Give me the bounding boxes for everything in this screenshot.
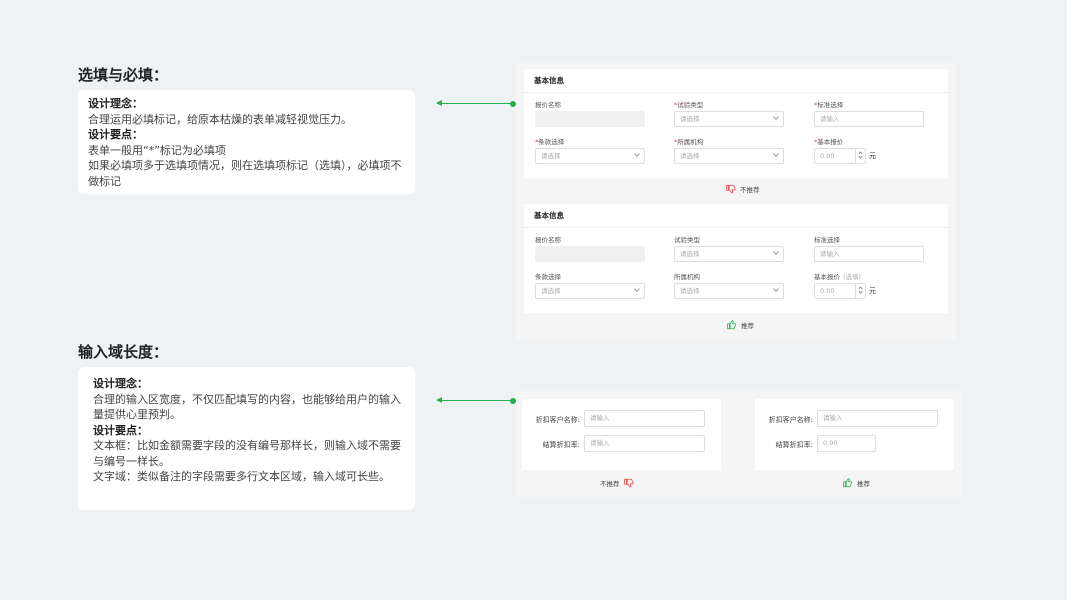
customer-name-label: 折扣客户名称: [768, 416, 813, 424]
arrow-head-icon [436, 100, 442, 106]
section2-title: 输入域长度： [78, 343, 169, 361]
base-price-stepper[interactable]: 0.00 [814, 283, 866, 299]
thumbs-up-icon [843, 478, 852, 488]
concept-text: 合理的输入区宽度，不仅匹配填写的内容，也能够给用户的输入量提供心里预判。 [93, 392, 401, 422]
customer-name-input[interactable]: 请输入 [817, 410, 938, 427]
unit-label: 元 [869, 287, 876, 295]
points-heading: 设计要点： [88, 128, 143, 141]
field-label-test-type: 试验类型 [674, 236, 700, 244]
field-label-org: *所属机构 [674, 138, 704, 146]
field-label-base-price: *基本报价 [814, 138, 844, 146]
thumbs-down-icon [726, 184, 736, 194]
standard-input[interactable]: 请输入 [814, 246, 924, 262]
verdict-recommended: 推荐 [727, 320, 754, 330]
chevron-down-icon [773, 114, 779, 120]
concept-heading: 设计理念： [88, 97, 143, 110]
field-label-clause: 条款选择 [535, 273, 561, 281]
chevron-down-icon [773, 249, 779, 255]
discount-rate-label: 结算折扣率: [775, 441, 813, 449]
point-2: 如果必填项多于选填项情况，则在选填项标记（选填），必填项不做标记 [88, 159, 402, 188]
optional-mark: (选填) [843, 273, 862, 281]
discount-card-good: 折扣客户名称: 请输入 结算折扣率: 0.00 [755, 399, 954, 470]
concept-heading: 设计理念： [93, 377, 148, 390]
chevron-down-icon [858, 154, 863, 159]
basic-info-card-good: 基本信息 报价名称 试验类型 请选择 标准选择 请输入 条款选择 请选择 所属机… [524, 204, 948, 313]
quote-name-input[interactable] [535, 246, 645, 262]
thumbs-up-icon [727, 320, 736, 330]
concept-text: 合理运用必填标记，给原本枯燥的表单减轻视觉压力。 [88, 112, 352, 126]
field-label-standard: *标准选择 [814, 101, 844, 109]
point-1: 文本框：比如金额需要字段的没有编号那样长，则输入域不需要与编号一样长。 [93, 439, 401, 468]
verdict-not-recommended: 不推荐 [600, 478, 634, 488]
section1-note: 设计理念： 合理运用必填标记，给原本枯燥的表单减轻视觉压力。 设计要点： 表单一… [78, 90, 415, 194]
discount-rate-input[interactable]: 请输入 [584, 435, 705, 452]
org-select[interactable]: 请选择 [674, 283, 784, 299]
discount-rate-input[interactable]: 0.00 [817, 435, 876, 452]
clause-select[interactable]: 请选择 [535, 148, 645, 164]
unit-label: 元 [869, 152, 876, 160]
connector-arrow [436, 100, 516, 107]
field-label-quote-name: 报价名称 [535, 101, 561, 109]
basic-info-card-bad: 基本信息 报价名称 *试验类型 请选择 *标准选择 请输入 *条款选择 请选择 … [524, 69, 948, 178]
discount-rate-label: 结算折扣率: [542, 441, 580, 449]
chevron-down-icon [634, 151, 640, 157]
field-label-test-type: *试验类型 [674, 101, 704, 109]
customer-name-input[interactable]: 请输入 [584, 410, 705, 427]
field-label-base-price: 基本报价 (选填) [814, 273, 862, 281]
field-label-quote-name: 报价名称 [535, 236, 561, 244]
field-label-clause: *条款选择 [535, 138, 565, 146]
clause-select[interactable]: 请选择 [535, 283, 645, 299]
base-price-stepper[interactable]: 0.00 [814, 148, 866, 164]
point-1: 表单一般用“*”标记为必填项 [88, 143, 226, 157]
discount-card-bad: 折扣客户名称: 请输入 结算折扣率: 请输入 [522, 399, 721, 470]
test-type-select[interactable]: 请选择 [674, 111, 784, 127]
org-select[interactable]: 请选择 [674, 148, 784, 164]
chevron-down-icon [634, 286, 640, 292]
quote-name-input[interactable] [535, 111, 645, 127]
chevron-down-icon [858, 289, 863, 294]
field-label-org: 所属机构 [674, 273, 700, 281]
field-label-standard: 标准选择 [814, 236, 840, 244]
verdict-recommended: 推荐 [843, 478, 870, 488]
stepper-buttons[interactable] [855, 149, 865, 163]
standard-input[interactable]: 请输入 [814, 111, 924, 127]
customer-name-label: 折扣客户名称: [535, 416, 580, 424]
point-2: 文字域：类似备注的字段需要多行文本区域，输入域可长些。 [93, 470, 390, 483]
arrow-head-icon [436, 397, 442, 403]
section2-note: 设计理念： 合理的输入区宽度，不仅匹配填写的内容，也能够给用户的输入量提供心里预… [78, 367, 415, 510]
chevron-down-icon [773, 286, 779, 292]
test-type-select[interactable]: 请选择 [674, 246, 784, 262]
card-header: 基本信息 [524, 69, 948, 93]
points-heading: 设计要点： [93, 423, 148, 437]
stepper-buttons[interactable] [855, 284, 865, 298]
section1-title: 选填与必填： [78, 66, 169, 84]
thumbs-down-icon [623, 478, 633, 488]
verdict-not-recommended: 不推荐 [726, 184, 760, 194]
card-header: 基本信息 [524, 204, 948, 228]
chevron-down-icon [773, 151, 779, 157]
connector-arrow [436, 397, 516, 404]
